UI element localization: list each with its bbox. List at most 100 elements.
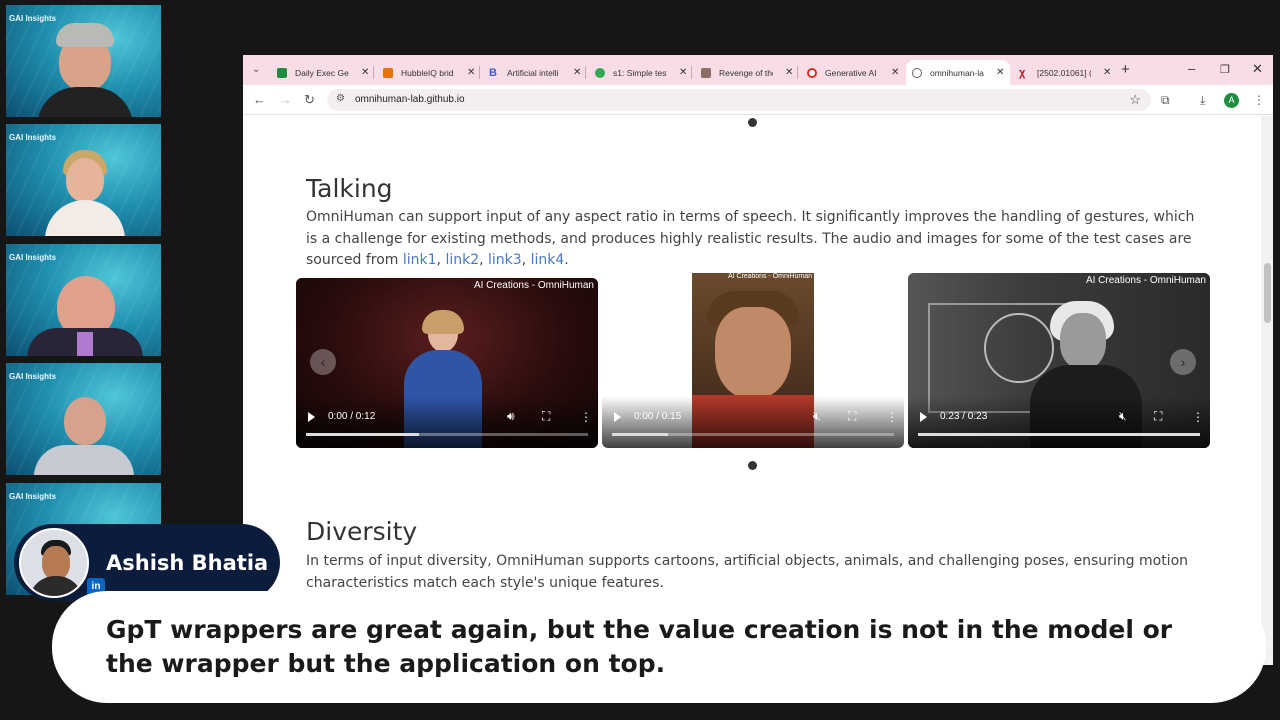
close-tab-icon[interactable]: ✕	[361, 67, 369, 78]
speaker-nameplate: in Ashish Bhatia	[14, 524, 280, 601]
tab-title: s1: Simple test	[613, 67, 667, 78]
video-call-screen: GAI Insights GAI Insights GAI Insights G…	[0, 0, 1280, 720]
bookmark-star-icon[interactable]: ☆	[1129, 92, 1141, 108]
video-player-3[interactable]: AI Creations - OmniHuman › 0:23 / 0:23 🔇…	[908, 273, 1210, 448]
tab-title: Artificial intelli	[507, 67, 559, 78]
speaker-name: Ashish Bhatia	[106, 551, 269, 575]
video-more-icon[interactable]: ⋮	[580, 410, 592, 424]
minimize-icon[interactable]: –	[1188, 61, 1195, 77]
video-progress[interactable]	[918, 433, 1200, 436]
cube-icon	[383, 67, 393, 78]
participant-tile-2[interactable]: GAI Insights	[6, 124, 161, 236]
video-controls: 0:00 / 0:12 🔊︎ ⛶ ⋮	[296, 396, 598, 448]
tab-hubbleiq[interactable]: HubbleIQ brid ✕	[383, 60, 475, 85]
page-scrollbar[interactable]	[1261, 116, 1273, 665]
video-progress-fill	[612, 433, 669, 436]
carousel-next-button[interactable]: ›	[1170, 349, 1196, 375]
tab-daily-exec[interactable]: Daily Exec Ger ✕	[277, 60, 369, 85]
tab-artificial-intelligence[interactable]: B Artificial intelli ✕	[489, 60, 581, 85]
sheets-icon	[277, 67, 287, 78]
link-4[interactable]: link4	[531, 252, 565, 268]
video-watermark: AI Creations - OmniHuman	[1085, 275, 1206, 286]
extensions-icon[interactable]: ⧉	[1161, 92, 1170, 108]
video-more-icon[interactable]: ⋮	[886, 410, 898, 424]
forward-icon[interactable]: →	[279, 92, 292, 108]
link-3[interactable]: link3	[488, 252, 522, 268]
close-tab-icon[interactable]: ✕	[891, 67, 899, 78]
tab-omnihuman[interactable]: omnihuman-la ✕	[906, 60, 1011, 85]
close-window-icon[interactable]: ✕	[1252, 61, 1263, 77]
tab-title: HubbleIQ brid	[401, 67, 454, 78]
globe-icon	[912, 67, 922, 78]
video-player-2[interactable]: AI Creations - OmniHuman 0:00 / 0:15 🔇︎ …	[602, 273, 904, 448]
carousel-prev-button[interactable]: ‹	[310, 349, 336, 375]
participant-tile-1[interactable]: GAI Insights	[6, 5, 161, 117]
fullscreen-icon[interactable]: ⛶	[542, 409, 550, 424]
profile-avatar[interactable]: A	[1224, 93, 1239, 108]
video-more-icon[interactable]: ⋮	[1192, 410, 1204, 424]
participant-video	[19, 244, 149, 356]
portrait-icon	[701, 67, 711, 78]
tab-arxiv[interactable]: χ [2502.01061] ( ✕	[1019, 60, 1111, 85]
video-player-1[interactable]: AI Creations - OmniHuman ‹ 0:00 / 0:12 🔊…	[296, 278, 598, 448]
video-progress[interactable]	[306, 433, 588, 436]
close-tab-icon[interactable]: ✕	[785, 67, 793, 78]
close-tab-icon[interactable]: ✕	[573, 67, 581, 78]
url-text: omnihuman-lab.github.io	[355, 94, 465, 105]
close-tab-icon[interactable]: ✕	[996, 67, 1004, 78]
mute-icon[interactable]: 🔇︎	[813, 409, 821, 424]
site-info-icon[interactable]: ⚙	[336, 93, 345, 104]
more-menu-icon[interactable]: ⋮	[1253, 92, 1265, 108]
tab-s1-simple-test[interactable]: s1: Simple test ✕	[595, 60, 687, 85]
back-icon[interactable]: ←	[253, 92, 266, 108]
tab-generative-ai[interactable]: Generative AI ✕	[807, 60, 899, 85]
play-icon[interactable]	[920, 412, 927, 422]
close-tab-icon[interactable]: ✕	[1103, 67, 1111, 78]
play-icon[interactable]	[614, 412, 621, 422]
caption-text: GpT wrappers are great again, but the va…	[106, 615, 1173, 678]
clock-icon	[807, 67, 817, 78]
section-text-talking: OmniHuman can support input of any aspec…	[306, 209, 1195, 268]
video-watermark: AI Creations - OmniHuman	[727, 273, 812, 280]
avatar	[19, 528, 89, 598]
participant-video	[24, 363, 144, 475]
fullscreen-icon[interactable]: ⛶	[848, 409, 856, 424]
emoji-icon	[595, 67, 605, 78]
section-text-body: OmniHuman can support input of any aspec…	[306, 209, 1195, 268]
close-tab-icon[interactable]: ✕	[467, 67, 475, 78]
participant-tile-4[interactable]: GAI Insights	[6, 363, 161, 475]
link-2[interactable]: link2	[445, 252, 479, 268]
section-text-diversity: In terms of input diversity, OmniHuman s…	[306, 553, 1189, 591]
link-1[interactable]: link1	[403, 252, 437, 268]
video-controls: 0:00 / 0:15 🔇︎ ⛶ ⋮	[602, 396, 904, 448]
video-progress-fill	[306, 433, 419, 436]
tab-revenge[interactable]: Revenge of the ✕	[701, 60, 793, 85]
tab-strip: ⌄ Daily Exec Ger ✕ HubbleIQ brid ✕ B Art…	[243, 55, 1273, 85]
video-controls: 0:23 / 0:23 🔇︎ ⛶ ⋮	[908, 396, 1210, 448]
video-time: 0:23 / 0:23	[940, 411, 988, 422]
participant-tile-3[interactable]: GAI Insights	[6, 244, 161, 356]
tab-title: omnihuman-la	[930, 67, 984, 78]
restore-icon[interactable]: ❐	[1220, 62, 1230, 78]
carousel-dot[interactable]	[748, 118, 757, 127]
tab-title: Revenge of the	[719, 67, 773, 78]
download-icon[interactable]: ⤓	[1200, 92, 1205, 108]
scrollbar-thumb[interactable]	[1264, 263, 1271, 323]
mute-icon[interactable]: 🔇︎	[1119, 409, 1127, 424]
volume-icon[interactable]: 🔊︎	[507, 409, 515, 424]
b-icon: B	[489, 66, 497, 79]
play-icon[interactable]	[308, 412, 315, 422]
address-bar[interactable]: ⚙ omnihuman-lab.github.io ☆	[327, 89, 1151, 111]
browser-window: ⌄ Daily Exec Ger ✕ HubbleIQ brid ✕ B Art…	[243, 55, 1273, 665]
tab-search-icon[interactable]: ⌄	[252, 62, 260, 78]
fullscreen-icon[interactable]: ⛶	[1154, 409, 1162, 424]
new-tab-icon[interactable]: +	[1121, 62, 1130, 78]
tile-label: GAI Insights	[9, 492, 57, 501]
video-progress[interactable]	[612, 433, 894, 436]
section-heading-talking: Talking	[306, 174, 393, 203]
carousel-dot[interactable]	[748, 461, 757, 470]
reload-icon[interactable]: ↻	[304, 92, 315, 108]
video-watermark: AI Creations - OmniHuman	[473, 280, 594, 291]
close-tab-icon[interactable]: ✕	[679, 67, 687, 78]
participant-video	[29, 5, 139, 117]
